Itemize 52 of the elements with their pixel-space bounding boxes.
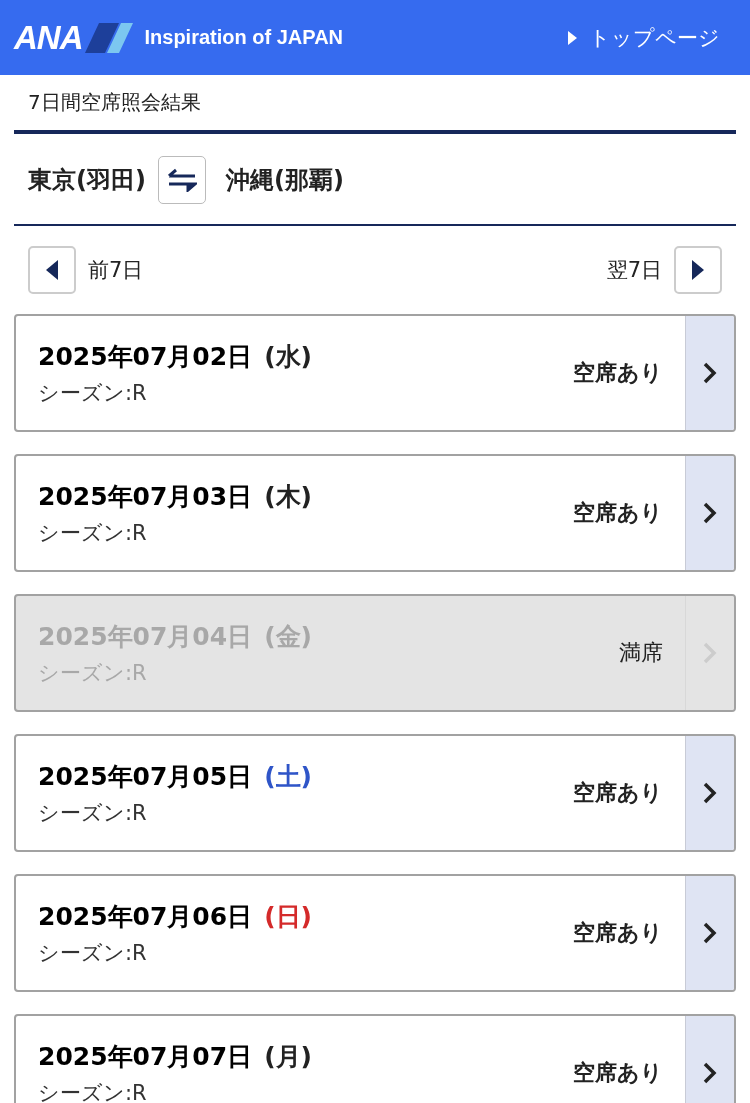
date-text: 2025年07月03日 bbox=[38, 480, 253, 513]
brand-logo: ANA bbox=[14, 18, 83, 57]
next-week-label: 翌7日 bbox=[606, 257, 662, 284]
triangle-right-icon bbox=[568, 30, 577, 45]
chevron-right-icon bbox=[703, 362, 717, 384]
season-text: シーズン:R bbox=[38, 1079, 148, 1103]
date-card[interactable]: 2025年07月07日 (月) シーズン:R 空席あり bbox=[14, 1014, 736, 1103]
weekday-text: (水) bbox=[264, 340, 313, 373]
tagline: Inspiration of JAPAN bbox=[144, 26, 344, 49]
top-page-link[interactable]: トップページ bbox=[568, 23, 720, 52]
weekday-text: (木) bbox=[264, 480, 313, 513]
weekday-text: (金) bbox=[264, 620, 313, 653]
page-title: 7日間空席照会結果 bbox=[27, 89, 202, 116]
origin-city: 東京(羽田) bbox=[28, 165, 146, 196]
triangle-right-icon bbox=[692, 260, 704, 280]
date-card[interactable]: 2025年07月06日 (日) シーズン:R 空席あり bbox=[14, 874, 736, 992]
stripe-logo-icon bbox=[84, 22, 133, 53]
date-card[interactable]: 2025年07月05日 (土) シーズン:R 空席あり bbox=[14, 734, 736, 852]
next-button[interactable] bbox=[674, 246, 722, 294]
swap-button[interactable] bbox=[157, 156, 206, 204]
date-text: 2025年07月07日 bbox=[38, 1040, 253, 1073]
weekday-text: (月) bbox=[264, 1040, 313, 1073]
chevron-right-icon bbox=[703, 502, 717, 524]
availability-status: 空席あり bbox=[573, 779, 663, 807]
previous-button[interactable] bbox=[28, 246, 76, 294]
triangle-left-icon bbox=[46, 260, 58, 280]
season-text: シーズン:R bbox=[38, 519, 148, 547]
date-text: 2025年07月02日 bbox=[38, 340, 253, 373]
weekday-text: (日) bbox=[264, 900, 313, 933]
chevron-right-icon bbox=[703, 782, 717, 804]
season-text: シーズン:R bbox=[38, 799, 148, 827]
chevron-right-icon bbox=[703, 1062, 717, 1084]
date-text: 2025年07月04日 bbox=[38, 620, 253, 653]
chevron-right-icon bbox=[703, 922, 717, 944]
availability-status: 空席あり bbox=[573, 359, 663, 387]
availability-status: 空席あり bbox=[573, 919, 663, 947]
availability-status: 空席あり bbox=[573, 1059, 663, 1087]
date-card[interactable]: 2025年07月03日 (木) シーズン:R 空席あり bbox=[14, 454, 736, 572]
date-card[interactable]: 2025年07月04日 (金) シーズン:R 満席 bbox=[14, 594, 736, 712]
previous-week-label: 前7日 bbox=[88, 257, 144, 284]
chevron-right-icon bbox=[703, 642, 717, 664]
weekday-text: (土) bbox=[264, 760, 313, 793]
date-card[interactable]: 2025年07月02日 (水) シーズン:R 空席あり bbox=[14, 314, 736, 432]
availability-status: 空席あり bbox=[573, 499, 663, 527]
date-text: 2025年07月06日 bbox=[38, 900, 253, 933]
date-text: 2025年07月05日 bbox=[38, 760, 253, 793]
swap-arrows-icon bbox=[166, 168, 197, 192]
destination-city: 沖縄(那覇) bbox=[225, 165, 344, 196]
season-text: シーズン:R bbox=[38, 379, 148, 407]
season-text: シーズン:R bbox=[38, 659, 148, 687]
availability-status: 満席 bbox=[619, 639, 663, 667]
season-text: シーズン:R bbox=[38, 939, 148, 967]
